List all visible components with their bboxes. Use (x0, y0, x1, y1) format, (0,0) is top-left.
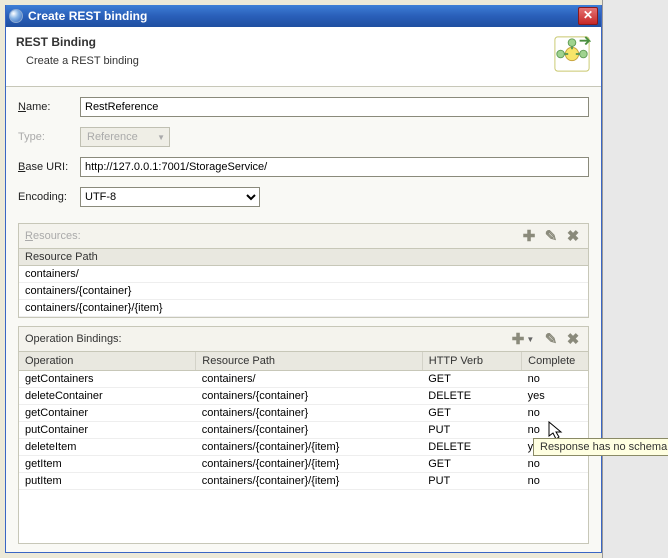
table-row[interactable]: putItemcontainers/{container}/{item}PUTn… (19, 473, 588, 490)
cell-op: getContainers (19, 371, 196, 388)
close-button[interactable]: ✕ (578, 7, 598, 25)
cell-rp: containers/{container}/{item} (196, 439, 422, 456)
cell-rp: containers/{container}/{item} (196, 456, 422, 473)
col-header-httpverb[interactable]: HTTP Verb (422, 352, 521, 371)
plus-icon: ✚ (512, 330, 525, 348)
resources-column-header: Resource Path (19, 249, 588, 266)
binding-icon (553, 35, 591, 73)
cell-comp: no (522, 473, 588, 490)
cell-comp: no (522, 371, 588, 388)
cell-op: deleteItem (19, 439, 196, 456)
type-label: Type: (18, 131, 80, 143)
encoding-select[interactable]: UTF-8 (80, 187, 260, 207)
resources-section: Resources: ✚ ✎ ✖ Resource Path container… (18, 223, 589, 318)
pencil-icon: ✎ (545, 227, 558, 245)
cell-rp: containers/{container} (196, 405, 422, 422)
cell-op: getItem (19, 456, 196, 473)
cell-op: deleteContainer (19, 388, 196, 405)
baseuri-input[interactable] (80, 157, 589, 177)
page-title: REST Binding (16, 35, 553, 49)
delete-icon: ✖ (567, 227, 580, 245)
cell-rp: containers/{container} (196, 422, 422, 439)
form-area: Name: Type: Reference ▼ Base URI: Encodi… (6, 87, 601, 223)
operations-edit-button[interactable]: ✎ (542, 330, 560, 348)
cell-verb: GET (422, 405, 521, 422)
table-row[interactable]: getItemcontainers/{container}/{item}GETn… (19, 456, 588, 473)
resource-row[interactable]: containers/{container} (19, 283, 588, 300)
cell-verb: DELETE (422, 388, 521, 405)
cell-comp: no (522, 422, 588, 439)
table-row[interactable]: deleteContainercontainers/{container}DEL… (19, 388, 588, 405)
cell-rp: containers/ (196, 371, 422, 388)
chevron-down-icon: ▼ (157, 133, 165, 142)
close-icon: ✕ (583, 8, 593, 22)
delete-icon: ✖ (567, 330, 580, 348)
cell-verb: GET (422, 456, 521, 473)
chevron-down-icon: ▼ (526, 335, 534, 344)
header-panel: REST Binding Create a REST binding (6, 27, 601, 87)
pencil-icon: ✎ (545, 330, 558, 348)
cell-op: getContainer (19, 405, 196, 422)
encoding-label: Encoding: (18, 191, 80, 203)
name-input[interactable] (80, 97, 589, 117)
resources-add-button[interactable]: ✚ (520, 227, 538, 245)
resources-title: Resources: (25, 230, 81, 242)
table-row[interactable]: deleteItemcontainers/{container}/{item}D… (19, 439, 588, 456)
type-value: Reference (87, 131, 138, 143)
cell-comp: no (522, 456, 588, 473)
background-panel: x s ▸ (602, 0, 668, 558)
plus-icon: ✚ (523, 227, 536, 245)
window-title: Create REST binding (28, 9, 147, 23)
cell-verb: PUT (422, 473, 521, 490)
baseuri-label: Base URI: (18, 161, 80, 173)
tooltip: Response has no schema (533, 438, 668, 456)
cell-comp: yes (522, 388, 588, 405)
resources-delete-button[interactable]: ✖ (564, 227, 582, 245)
resource-row[interactable]: containers/{container}/{item} (19, 300, 588, 317)
cell-comp: no (522, 405, 588, 422)
table-row[interactable]: putContainercontainers/{container}PUTno (19, 422, 588, 439)
resource-row[interactable]: containers/ (19, 266, 588, 283)
operations-title: Operation Bindings: (25, 333, 122, 345)
col-header-resourcepath[interactable]: Resource Path (196, 352, 422, 371)
name-label: Name: (18, 101, 80, 113)
app-icon (9, 9, 23, 23)
cell-op: putContainer (19, 422, 196, 439)
cell-verb: PUT (422, 422, 521, 439)
operations-delete-button[interactable]: ✖ (564, 330, 582, 348)
type-combo-disabled: Reference ▼ (80, 127, 170, 147)
col-header-operation[interactable]: Operation (19, 352, 196, 371)
dialog-window: Create REST binding ✕ REST Binding Creat… (5, 5, 602, 553)
page-subtitle: Create a REST binding (16, 55, 553, 67)
operations-add-menu-button[interactable]: ✚▼ (508, 330, 538, 348)
cell-rp: containers/{container} (196, 388, 422, 405)
table-row[interactable]: getContainercontainers/{container}GETno (19, 405, 588, 422)
resources-edit-button[interactable]: ✎ (542, 227, 560, 245)
cell-verb: GET (422, 371, 521, 388)
cell-op: putItem (19, 473, 196, 490)
table-row[interactable]: getContainerscontainers/GETno (19, 371, 588, 388)
cell-verb: DELETE (422, 439, 521, 456)
operations-section: Operation Bindings: ✚▼ ✎ ✖ Operation Res… (18, 326, 589, 544)
col-header-complete[interactable]: Complete (522, 352, 588, 371)
cell-rp: containers/{container}/{item} (196, 473, 422, 490)
operations-table: Operation Resource Path HTTP Verb Comple… (19, 352, 588, 490)
title-bar: Create REST binding ✕ (6, 5, 601, 27)
